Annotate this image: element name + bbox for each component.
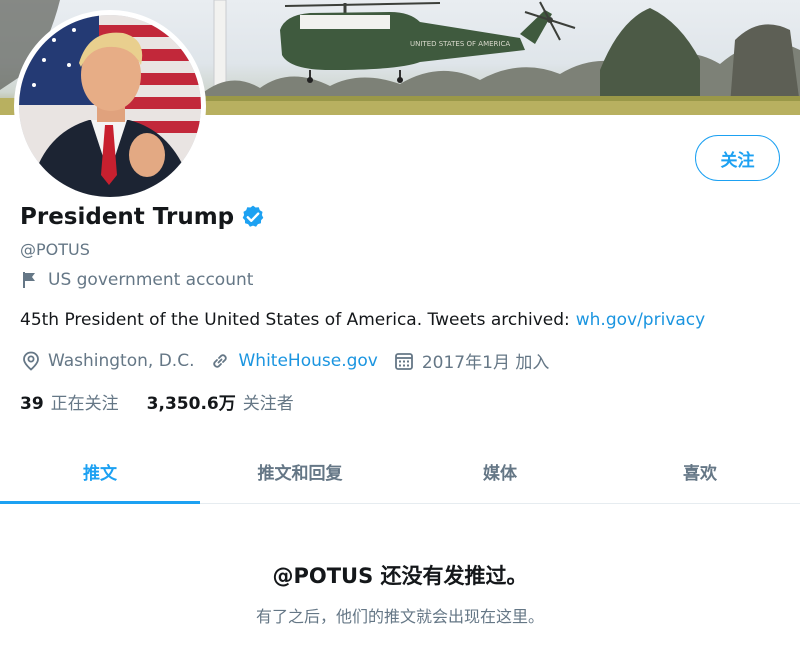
joined-item: 2017年1月 加入: [394, 348, 549, 373]
followers-label: 关注者: [242, 394, 294, 414]
empty-state-title: @POTUS 还没有发推过。: [272, 564, 528, 588]
location-pin-icon: [23, 351, 39, 371]
verified-badge-icon: [242, 205, 264, 227]
following-label: 正在关注: [50, 394, 119, 414]
following-stat[interactable]: 39 正在关注: [20, 389, 119, 414]
tab-tweets[interactable]: 推文: [0, 440, 200, 504]
link-icon: [213, 353, 228, 368]
location-text: Washington, D.C.: [48, 350, 195, 371]
follow-button[interactable]: 关注: [695, 135, 780, 181]
profile-name-row: President Trump: [20, 204, 266, 230]
tab-tweets-and-replies[interactable]: 推文和回复: [200, 440, 400, 503]
following-count: 39: [20, 394, 44, 414]
avatar-image: [19, 15, 201, 197]
profile-stats: 39 正在关注 3,350.6万 关注者: [20, 389, 322, 414]
profile-bio: 45th President of the United States of A…: [20, 310, 705, 330]
profile-meta: Washington, D.C. WhiteHouse.gov 2017年1月 …: [22, 348, 565, 373]
account-label: US government account: [22, 270, 253, 290]
joined-text: 2017年1月 加入: [421, 353, 550, 373]
website-link[interactable]: WhiteHouse.gov: [238, 351, 377, 371]
profile-tabs: 推文 推文和回复 媒体 喜欢: [0, 440, 800, 504]
profile-handle: @POTUS: [20, 240, 90, 259]
location-item: Washington, D.C.: [22, 351, 194, 371]
tab-likes[interactable]: 喜欢: [600, 440, 800, 503]
website-item[interactable]: WhiteHouse.gov: [210, 351, 378, 371]
bio-text: 45th President of the United States of A…: [20, 310, 570, 330]
bio-link[interactable]: wh.gov/privacy: [576, 310, 705, 330]
calendar-icon: [394, 352, 413, 370]
account-label-text: US government account: [48, 270, 254, 290]
followers-stat[interactable]: 3,350.6万 关注者: [147, 389, 294, 414]
tab-media[interactable]: 媒体: [400, 440, 600, 503]
empty-state-subtitle: 有了之后，他们的推文就会出现在这里。: [255, 607, 544, 626]
flag-icon: [23, 272, 35, 288]
followers-count: 3,350.6万: [146, 394, 236, 414]
profile-name: President Trump: [20, 204, 235, 230]
helicopter-lettering: UNITED STATES OF AMERICA: [410, 40, 510, 48]
profile-avatar[interactable]: [14, 10, 206, 202]
